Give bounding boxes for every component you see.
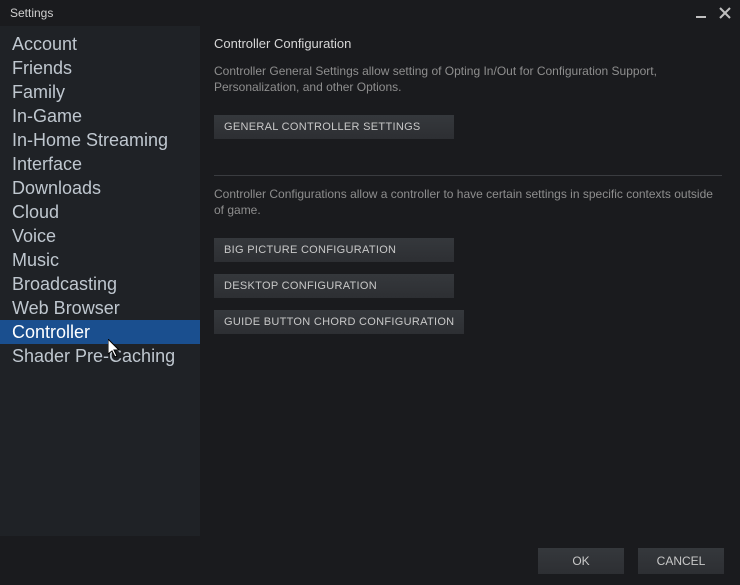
divider bbox=[214, 175, 722, 176]
sidebar-item-shader-pre-caching[interactable]: Shader Pre-Caching bbox=[8, 344, 200, 368]
minimize-icon[interactable] bbox=[694, 6, 708, 20]
guide-button-chord-configuration-button[interactable]: GUIDE BUTTON CHORD CONFIGURATION bbox=[214, 310, 464, 334]
sidebar-item-family[interactable]: Family bbox=[8, 80, 200, 104]
sidebar-item-cloud[interactable]: Cloud bbox=[8, 200, 200, 224]
window-title: Settings bbox=[10, 6, 53, 20]
sidebar-item-account[interactable]: Account bbox=[8, 32, 200, 56]
sidebar-item-downloads[interactable]: Downloads bbox=[8, 176, 200, 200]
general-controller-settings-button[interactable]: GENERAL CONTROLLER SETTINGS bbox=[214, 115, 454, 139]
content-area: AccountFriendsFamilyIn-GameIn-Home Strea… bbox=[0, 26, 740, 536]
sidebar-item-in-game[interactable]: In-Game bbox=[8, 104, 200, 128]
sidebar: AccountFriendsFamilyIn-GameIn-Home Strea… bbox=[0, 26, 200, 536]
sidebar-item-interface[interactable]: Interface bbox=[8, 152, 200, 176]
sidebar-item-in-home-streaming[interactable]: In-Home Streaming bbox=[8, 128, 200, 152]
sidebar-item-web-browser[interactable]: Web Browser bbox=[8, 296, 200, 320]
section-desc-2: Controller Configurations allow a contro… bbox=[214, 186, 722, 218]
desktop-configuration-button[interactable]: DESKTOP CONFIGURATION bbox=[214, 274, 454, 298]
section-desc-1: Controller General Settings allow settin… bbox=[214, 63, 722, 95]
titlebar: Settings bbox=[0, 0, 740, 26]
sidebar-item-voice[interactable]: Voice bbox=[8, 224, 200, 248]
window-controls bbox=[694, 6, 732, 20]
big-picture-configuration-button[interactable]: BIG PICTURE CONFIGURATION bbox=[214, 238, 454, 262]
footer: OK CANCEL bbox=[0, 537, 740, 585]
section-title: Controller Configuration bbox=[214, 36, 722, 51]
ok-button[interactable]: OK bbox=[538, 548, 624, 574]
sidebar-item-broadcasting[interactable]: Broadcasting bbox=[8, 272, 200, 296]
main-panel: Controller Configuration Controller Gene… bbox=[200, 26, 740, 536]
close-icon[interactable] bbox=[718, 6, 732, 20]
sidebar-item-controller[interactable]: Controller bbox=[0, 320, 200, 344]
sidebar-item-music[interactable]: Music bbox=[8, 248, 200, 272]
cancel-button[interactable]: CANCEL bbox=[638, 548, 724, 574]
sidebar-item-friends[interactable]: Friends bbox=[8, 56, 200, 80]
